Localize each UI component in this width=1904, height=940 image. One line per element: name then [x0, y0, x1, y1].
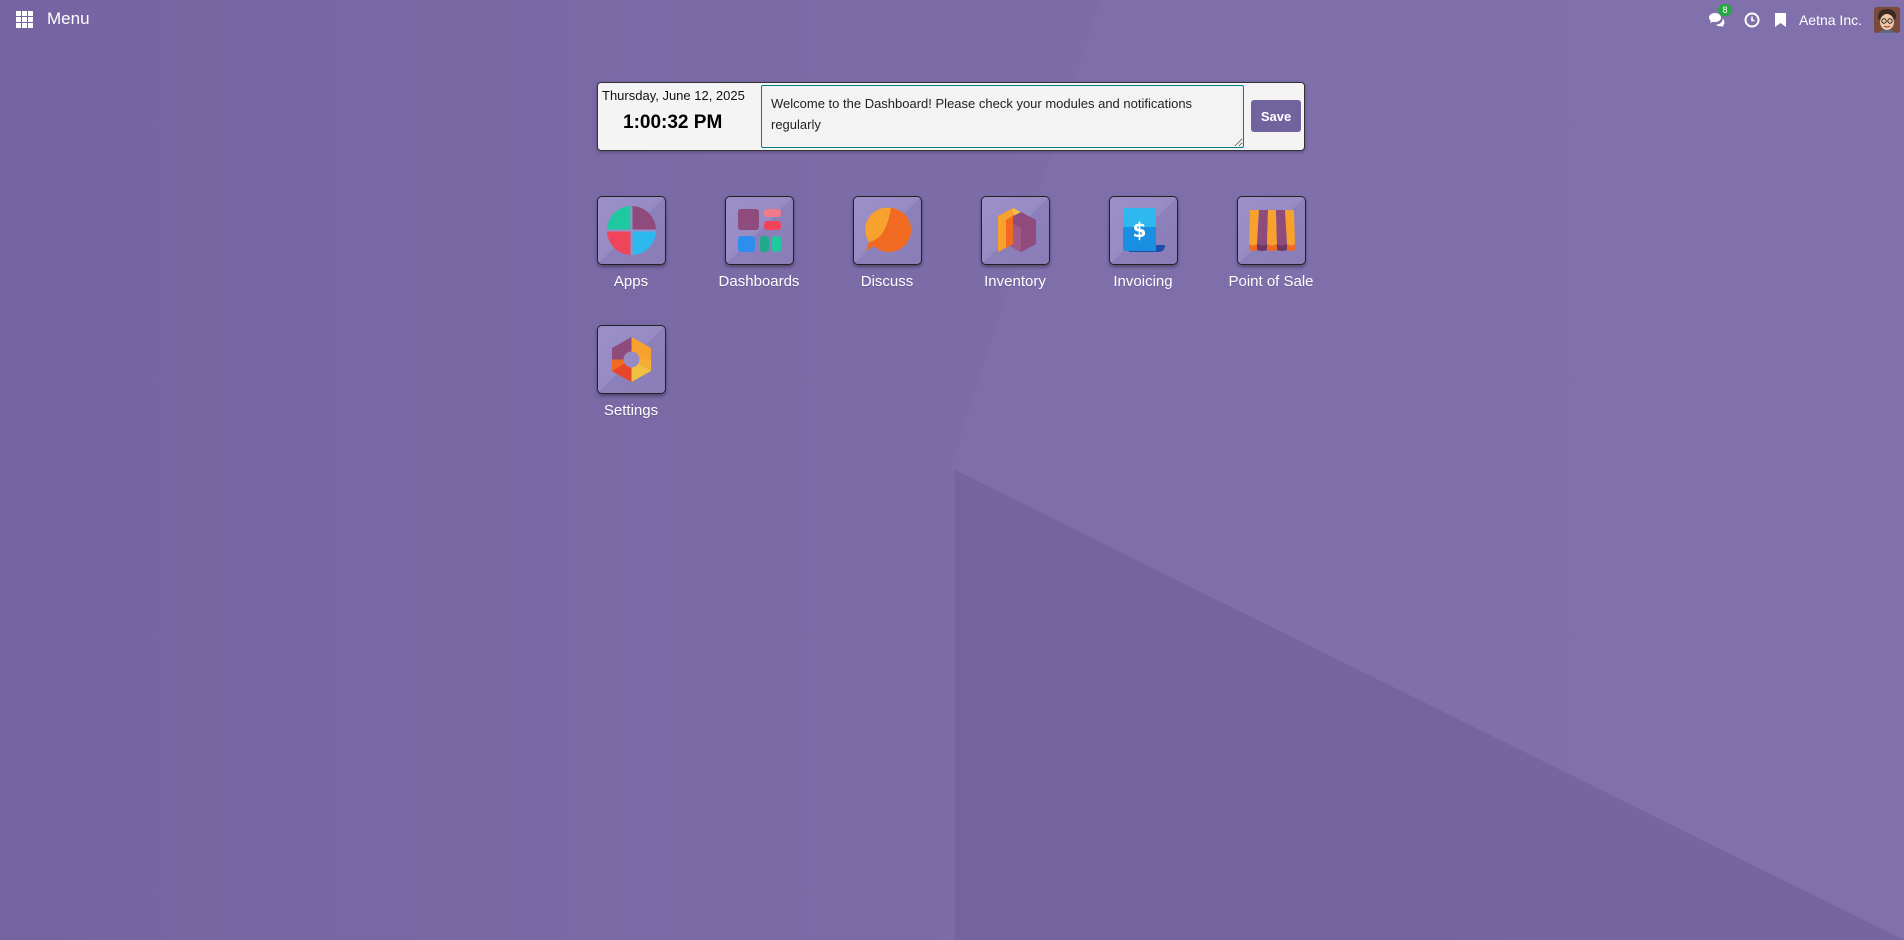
app-label: Settings: [603, 402, 659, 419]
app-point-of-sale[interactable]: Point of Sale: [1207, 196, 1335, 290]
app-settings[interactable]: Settings: [567, 325, 695, 419]
messaging-button[interactable]: 8: [1708, 4, 1732, 28]
top-navbar: Menu 8 Aetna Inc.: [0, 0, 1904, 40]
save-button[interactable]: Save: [1251, 100, 1301, 132]
dashboard-notes-textarea[interactable]: Welcome to the Dashboard! Please check y…: [761, 85, 1244, 148]
app-apps[interactable]: Apps: [567, 196, 695, 290]
messages-count-badge: 8: [1717, 4, 1732, 16]
app-label: Inventory: [984, 273, 1046, 290]
app-inventory[interactable]: Inventory: [951, 196, 1079, 290]
app-label: Apps: [613, 273, 649, 290]
company-switcher[interactable]: Aetna Inc.: [1799, 12, 1862, 28]
inventory-icon: [980, 196, 1050, 265]
current-time: 1:00:32 PM: [623, 112, 723, 133]
svg-text:$: $: [1132, 218, 1146, 242]
settings-icon: [596, 325, 666, 394]
app-label: Dashboards: [718, 273, 800, 290]
point-of-sale-icon: [1236, 196, 1306, 265]
current-date: Thursday, June 12, 2025: [602, 88, 745, 103]
invoicing-icon: $: [1108, 196, 1178, 265]
app-label: Point of Sale: [1228, 273, 1314, 290]
bookmark-button[interactable]: [1774, 12, 1787, 28]
dashboards-icon: [724, 196, 794, 265]
user-avatar[interactable]: [1874, 7, 1900, 33]
app-grid-icon: [16, 10, 33, 28]
menu-label: Menu: [47, 9, 90, 28]
dashboard-widget: Thursday, June 12, 2025 1:00:32 PM Welco…: [597, 82, 1305, 151]
menu-toggle-button[interactable]: Menu: [16, 9, 90, 29]
apps-icon: [596, 196, 666, 265]
clock-icon: [1744, 12, 1760, 28]
app-label: Invoicing: [1113, 273, 1173, 290]
app-invoicing[interactable]: $ Invoicing: [1079, 196, 1207, 290]
avatar-icon: [1874, 7, 1900, 33]
systray: 8 Aetna Inc.: [1708, 0, 1904, 40]
discuss-icon: [852, 196, 922, 265]
activities-button[interactable]: [1744, 12, 1760, 28]
app-discuss[interactable]: Discuss: [823, 196, 951, 290]
app-label: Discuss: [860, 273, 914, 290]
app-dashboards[interactable]: Dashboards: [695, 196, 823, 290]
bookmark-icon: [1774, 13, 1786, 27]
